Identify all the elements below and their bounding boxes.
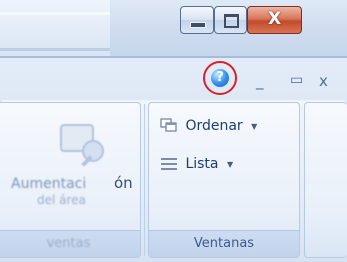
- mdi-close-button[interactable]: x: [319, 72, 328, 90]
- zoom-area-label-line1-blur: Aumentaci: [11, 176, 87, 192]
- help-button[interactable]: ?: [203, 61, 237, 95]
- minimize-icon: [190, 22, 206, 28]
- blur-line: [0, 12, 110, 15]
- arrange-button[interactable]: Ordenar ▼: [159, 117, 257, 135]
- window-group-footer: Ventanas: [149, 230, 299, 257]
- zoom-area-label-line2: del área: [37, 193, 86, 207]
- zoom-area-button[interactable]: Aumentaci del área: [11, 107, 137, 215]
- zoom-group-footer-label: ventas: [46, 236, 91, 251]
- help-icon: ?: [211, 69, 229, 87]
- list-label: Lista: [185, 156, 219, 172]
- zoom-area-label-suffix: ón: [114, 174, 133, 192]
- list-button[interactable]: Lista ▼: [159, 155, 233, 173]
- blur-line: [0, 48, 110, 51]
- window-group-footer-label: Ventanas: [193, 236, 255, 251]
- ribbon-group-window: Ordenar ▼ Lista ▼ Ventanas: [148, 102, 300, 258]
- ribbon-group-next: [304, 102, 347, 258]
- list-dropdown-arrow-icon: ▼: [226, 159, 234, 169]
- list-icon: [161, 158, 177, 170]
- window-titlebar: X: [0, 0, 347, 56]
- arrange-label: Ordenar: [185, 118, 243, 134]
- mdi-minimize-button[interactable]: _: [256, 72, 264, 90]
- window-close-button[interactable]: X: [247, 6, 302, 34]
- title-area-blur: [0, 0, 110, 56]
- zoom-group-footer: ventas: [0, 230, 140, 257]
- close-icon: X: [267, 9, 282, 29]
- maximize-icon: [224, 14, 239, 28]
- window-minimize-button[interactable]: [180, 6, 214, 34]
- group-separator: [144, 104, 145, 256]
- zoom-area-icon: [60, 124, 104, 167]
- arrange-dropdown-arrow-icon: ▼: [251, 121, 258, 131]
- arrange-icon: [160, 118, 177, 132]
- mdi-restore-button[interactable]: ▭: [290, 72, 303, 88]
- window-maximize-button[interactable]: [214, 6, 247, 34]
- ribbon-top-border: [0, 56, 347, 58]
